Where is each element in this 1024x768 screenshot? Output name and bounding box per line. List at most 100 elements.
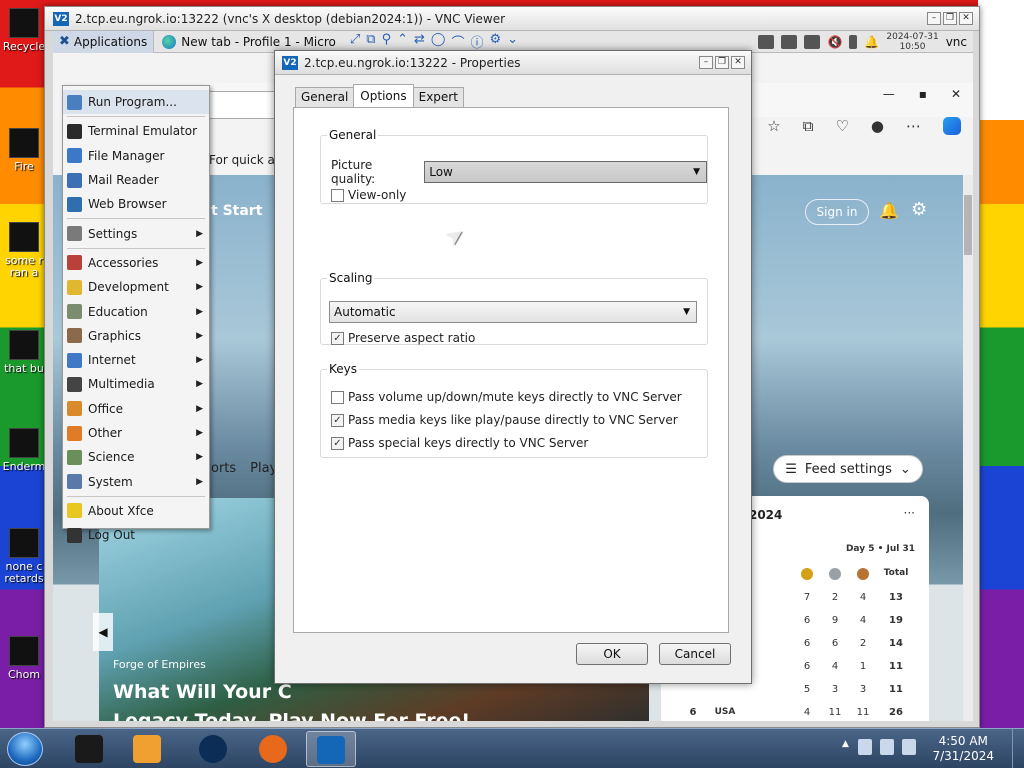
medal-more-icon[interactable]: ··· <box>904 506 915 520</box>
edge-minimize-icon[interactable]: — <box>883 87 895 101</box>
profile-avatar-icon[interactable]: ● <box>871 117 884 135</box>
ctrl-key-icon[interactable]: ⌃ <box>397 32 408 51</box>
properties-restore-button[interactable]: ❐ <box>715 56 729 69</box>
desktop-icon[interactable]: some r ran a <box>2 222 46 279</box>
desktop-icon[interactable]: that bu <box>2 330 46 375</box>
panel-user[interactable]: vnc <box>946 35 967 49</box>
picture-quality-select[interactable]: Low ▼ <box>424 161 707 183</box>
special-keys-label: Pass special keys directly to VNC Server <box>348 436 589 450</box>
edge-address-bar[interactable] <box>201 91 281 119</box>
desktop-icon[interactable]: none c retards <box>2 528 46 585</box>
menu-item-office[interactable]: Office ▶ <box>63 397 209 421</box>
menu-item-multimedia[interactable]: Multimedia ▶ <box>63 372 209 396</box>
favorites-icon[interactable]: ☆ <box>767 117 780 135</box>
taskbar-app-firefox[interactable] <box>248 731 298 767</box>
tray-network-icon[interactable] <box>880 739 894 755</box>
scaling-select[interactable]: Automatic ▼ <box>329 301 697 323</box>
vnc-minimize-button[interactable]: – <box>927 12 941 25</box>
vnc-titlebar[interactable]: V2 2.tcp.eu.ngrok.io:13222 (vnc's X desk… <box>45 7 979 31</box>
desktop-icon[interactable]: Chom <box>2 636 46 681</box>
menu-item-mail-reader[interactable]: Mail Reader <box>63 168 209 192</box>
desktop-icon[interactable]: Fire <box>2 128 46 173</box>
disk-icon[interactable] <box>804 35 821 49</box>
media-keys-checkbox[interactable]: ✓ <box>331 413 344 427</box>
menu-item-development[interactable]: Development ▶ <box>63 275 209 299</box>
preserve-aspect-label: Preserve aspect ratio <box>348 331 476 345</box>
ok-button[interactable]: OK <box>576 643 648 665</box>
medal-table-row[interactable]: 6 USA 4 11 11 26 <box>661 707 929 721</box>
info-icon[interactable]: ⓘ <box>470 32 483 51</box>
chat-icon[interactable]: ◯ <box>431 32 446 51</box>
notification-bell-icon[interactable]: 🔔 <box>864 35 879 49</box>
scaling-legend: Scaling <box>329 271 373 285</box>
tab-general[interactable]: General <box>295 87 355 107</box>
network-icon[interactable] <box>758 35 775 49</box>
vnc-close-button[interactable]: ✕ <box>959 12 973 25</box>
more-icon[interactable]: ⌒ <box>451 32 464 51</box>
show-desktop-button[interactable] <box>1012 729 1024 768</box>
gear-icon[interactable]: ⚙ <box>490 32 502 51</box>
taskbar-app-media-player[interactable] <box>122 731 172 767</box>
feed-settings-button[interactable]: ☰ Feed settings ⌄ <box>773 455 923 483</box>
properties-minimize-button[interactable]: – <box>699 56 713 69</box>
extensions-icon[interactable]: ♡ <box>835 117 848 135</box>
volume-keys-checkbox[interactable] <box>331 390 344 404</box>
edge-scrollbar[interactable] <box>963 175 973 721</box>
properties-titlebar[interactable]: V2 2.tcp.eu.ngrok.io:13222 - Properties … <box>275 51 751 75</box>
tab-options[interactable]: Options <box>353 84 414 107</box>
panel-clock[interactable]: 2024-07-31 10:50 <box>886 32 938 52</box>
desktop-icon[interactable]: Enderm <box>2 428 46 473</box>
battery-icon[interactable] <box>849 35 858 49</box>
applications-menu-button[interactable]: ✖ Applications <box>53 31 154 53</box>
settings-gear-icon[interactable]: ⚙ <box>911 199 927 220</box>
transfer-icon[interactable]: ⇄ <box>414 32 425 51</box>
bell-icon[interactable]: 🔔 <box>879 201 899 220</box>
start-button[interactable] <box>7 732 43 766</box>
menu-item-science[interactable]: Science ▶ <box>63 445 209 469</box>
menu-item-accessories[interactable]: Accessories ▶ <box>63 251 209 275</box>
menu-item-file-manager[interactable]: File Manager <box>63 144 209 168</box>
taskbar-app-vnc-viewer[interactable] <box>306 731 356 767</box>
taskbar-clock[interactable]: 4:50 AM 7/31/2024 <box>932 734 994 764</box>
menu-item-other[interactable]: Other ▶ <box>63 421 209 445</box>
medal-table-row[interactable]: 5 3 3 11 <box>661 684 929 704</box>
collections-icon[interactable]: ⧉ <box>803 117 814 135</box>
copilot-icon[interactable] <box>943 117 961 135</box>
edge-maximize-icon[interactable]: ▪ <box>919 87 927 101</box>
menu-item-terminal-emulator[interactable]: Terminal Emulator <box>63 119 209 143</box>
scale-icon[interactable]: ⧉ <box>366 32 375 51</box>
menu-item-web-browser[interactable]: Web Browser <box>63 192 209 216</box>
menu-item-system[interactable]: System ▶ <box>63 469 209 493</box>
tray-arrow-icon[interactable]: ▲ <box>842 739 850 755</box>
mute-icon[interactable]: 🔇 <box>827 35 842 49</box>
view-only-checkbox[interactable] <box>331 188 344 202</box>
desktop-icon[interactable]: Recycle <box>2 8 46 53</box>
cancel-button[interactable]: Cancel <box>659 643 731 665</box>
menu-item-graphics[interactable]: Graphics ▶ <box>63 324 209 348</box>
menu-item-log-out[interactable]: Log Out <box>63 523 209 547</box>
more-options-icon[interactable]: ⋯ <box>906 117 921 135</box>
network2-icon[interactable] <box>781 35 798 49</box>
tray-volume-icon[interactable] <box>902 739 916 755</box>
menu-item-settings[interactable]: Settings ▶ <box>63 221 209 245</box>
edge-scrollbar-thumb[interactable] <box>964 195 972 255</box>
tray-device-icon[interactable] <box>858 739 872 755</box>
collapse-icon[interactable]: ⌄ <box>507 32 518 51</box>
tab-expert[interactable]: Expert <box>412 87 464 107</box>
pin-icon[interactable]: ⚲ <box>382 32 392 51</box>
menu-item-education[interactable]: Education ▶ <box>63 299 209 323</box>
edge-close-icon[interactable]: ✕ <box>951 87 961 101</box>
menu-item-run-program[interactable]: Run Program... <box>63 90 209 115</box>
carousel-left-button[interactable]: ◀ <box>93 613 113 651</box>
preserve-aspect-checkbox[interactable]: ✓ <box>331 331 344 345</box>
taskbar-app-black-box[interactable] <box>64 731 114 767</box>
fullscreen-icon[interactable]: ⤢ <box>350 32 360 51</box>
properties-close-button[interactable]: ✕ <box>731 56 745 69</box>
taskbar-app-dark-globe[interactable] <box>188 731 238 767</box>
sign-in-button[interactable]: Sign in <box>805 199 869 225</box>
feed-tab-sports[interactable]: orts <box>211 461 236 476</box>
special-keys-checkbox[interactable]: ✓ <box>331 436 344 450</box>
vnc-restore-button[interactable]: ❐ <box>943 12 957 25</box>
menu-item-internet[interactable]: Internet ▶ <box>63 348 209 372</box>
menu-item-about-xfce[interactable]: About Xfce <box>63 499 209 523</box>
